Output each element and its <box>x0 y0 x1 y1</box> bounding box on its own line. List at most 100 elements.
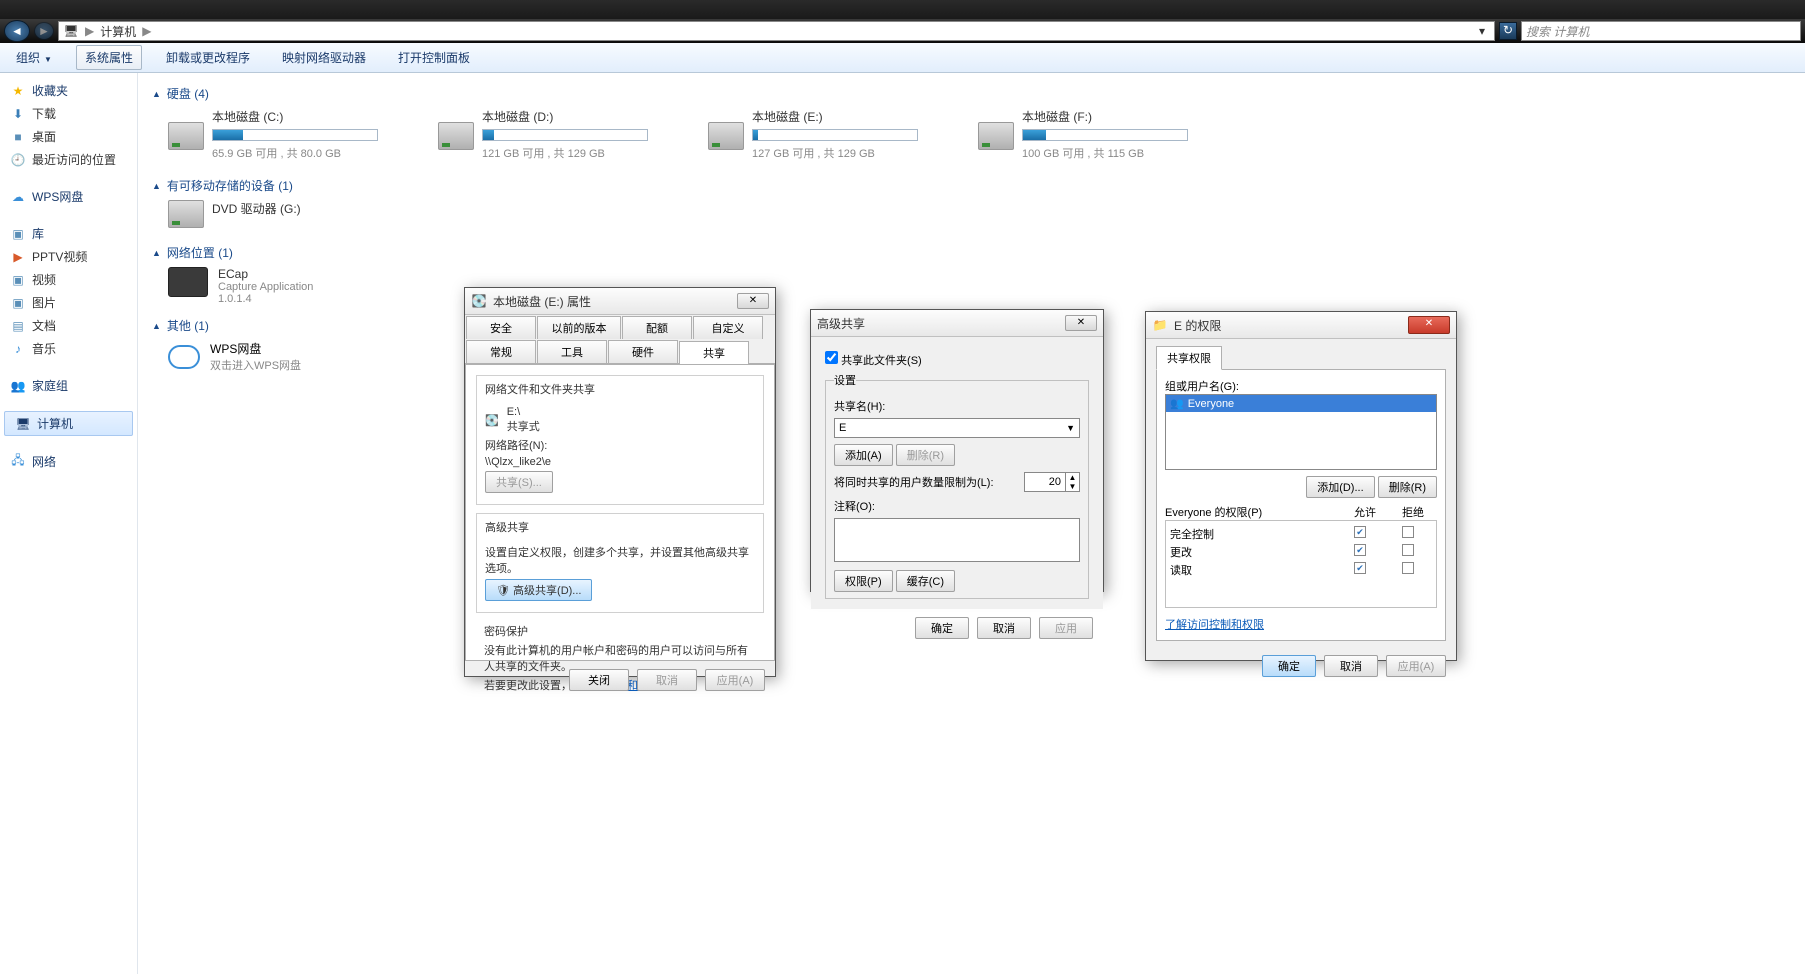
perm-cancel-btn[interactable]: 取消 <box>1324 655 1378 677</box>
drive-3[interactable]: 本地磁盘 (F:) 100 GB 可用 , 共 115 GB <box>978 108 1188 161</box>
perm-tab-share[interactable]: 共享权限 <box>1156 346 1222 370</box>
sidebar-favorites[interactable]: ★收藏夹 <box>0 79 137 102</box>
share-folder-checkbox[interactable]: 共享此文件夹(S) <box>825 351 1089 368</box>
properties-dialog: 💽 本地磁盘 (E:) 属性 ✕ 安全 以前的版本 配额 自定义 常规 工具 硬… <box>464 287 776 677</box>
user-listbox[interactable]: 👥Everyone <box>1165 394 1437 470</box>
perm-ok-btn[interactable]: 确定 <box>1262 655 1316 677</box>
sidebar-music[interactable]: ♪音乐 <box>0 337 137 360</box>
adv-ok-btn[interactable]: 确定 <box>915 617 969 639</box>
tab-quota[interactable]: 配额 <box>622 316 692 339</box>
category-removable[interactable]: ▲有可移动存储的设备 (1) <box>152 177 1791 194</box>
network-icon: 🖧 <box>10 454 26 470</box>
dvd-label: DVD 驱动器 (G:) <box>212 200 378 217</box>
tab-general[interactable]: 常规 <box>466 340 536 363</box>
document-icon: ▤ <box>10 318 26 334</box>
drive-bar <box>752 129 918 141</box>
sidebar-wps[interactable]: ☁WPS网盘 <box>0 185 137 208</box>
tab-custom[interactable]: 自定义 <box>693 316 763 339</box>
mapnet-button[interactable]: 映射网络驱动器 <box>274 46 374 69</box>
adv-cancel-btn[interactable]: 取消 <box>977 617 1031 639</box>
cache-button[interactable]: 缓存(C) <box>896 570 955 592</box>
drive-sub: 127 GB 可用 , 共 129 GB <box>752 145 918 161</box>
nav-forward-button[interactable]: ► <box>34 22 54 40</box>
perm-add-button[interactable]: 添加(D)... <box>1306 476 1374 498</box>
ecap-item[interactable]: ECap Capture Application 1.0.1.4 <box>168 267 1791 305</box>
organize-button[interactable]: 组织▼ <box>8 46 60 69</box>
refresh-button[interactable]: ↻ <box>1499 22 1517 40</box>
explorer-navbar: ◄ ► 🖥 ▶ 计算机 ▶ ▾ ↻ 搜索 计算机 <box>0 19 1805 43</box>
props-title: 本地磁盘 (E:) 属性 <box>493 293 591 310</box>
sidebar-recent[interactable]: 🕘最近访问的位置 <box>0 148 137 171</box>
drive-icon <box>168 122 204 150</box>
adv-share-button[interactable]: 🛡 高级共享(D)... <box>485 579 592 601</box>
tab-hardware[interactable]: 硬件 <box>608 340 678 363</box>
tab-tools[interactable]: 工具 <box>537 340 607 363</box>
comment-textarea[interactable] <box>834 518 1080 562</box>
perm-del-button[interactable]: 删除(R) <box>1378 476 1437 498</box>
uninstall-button[interactable]: 卸载或更改程序 <box>158 46 258 69</box>
everyone-row[interactable]: 👥Everyone <box>1166 395 1436 412</box>
pptv-icon: ▶ <box>10 249 26 265</box>
chevron-down-icon: ▼ <box>1066 423 1075 433</box>
allow-checkbox[interactable]: ✔ <box>1354 526 1366 538</box>
shield-icon: 🛡 <box>496 585 510 597</box>
drive-name: 本地磁盘 (E:) <box>752 108 918 125</box>
drive-0[interactable]: 本地磁盘 (C:) 65.9 GB 可用 , 共 80.0 GB <box>168 108 378 161</box>
adv-del-button: 删除(R) <box>896 444 955 466</box>
props-close-button[interactable]: ✕ <box>737 293 769 309</box>
sidebar-computer[interactable]: 🖥计算机 <box>4 411 133 436</box>
allow-checkbox[interactable]: ✔ <box>1354 544 1366 556</box>
drive-name: 本地磁盘 (D:) <box>482 108 648 125</box>
perm-close-button[interactable]: ✕ <box>1408 316 1450 334</box>
sysprops-button[interactable]: 系统属性 <box>76 45 142 70</box>
allow-checkbox[interactable]: ✔ <box>1354 562 1366 574</box>
tab-sharing[interactable]: 共享 <box>679 341 749 364</box>
camera-icon <box>168 267 208 297</box>
props-titlebar[interactable]: 💽 本地磁盘 (E:) 属性 ✕ <box>465 288 775 315</box>
sidebar-video[interactable]: ▣视频 <box>0 268 137 291</box>
drive-1[interactable]: 本地磁盘 (D:) 121 GB 可用 , 共 129 GB <box>438 108 648 161</box>
breadcrumb-computer[interactable]: 计算机 <box>100 23 136 40</box>
perm-button[interactable]: 权限(P) <box>834 570 893 592</box>
dvd-drive[interactable]: DVD 驱动器 (G:) <box>168 200 378 228</box>
sidebar-homegroup[interactable]: 👥家庭组 <box>0 374 137 397</box>
sidebar-documents[interactable]: ▤文档 <box>0 314 137 337</box>
props-close-btn[interactable]: 关闭 <box>569 669 629 691</box>
perm-titlebar[interactable]: 📁 E 的权限 ✕ <box>1146 312 1456 339</box>
deny-checkbox[interactable] <box>1402 562 1414 574</box>
deny-checkbox[interactable] <box>1402 526 1414 538</box>
tab-previous[interactable]: 以前的版本 <box>537 316 621 339</box>
limit-spinner[interactable]: ▲▼ <box>1024 472 1080 492</box>
adv-title: 高级共享 <box>817 315 865 332</box>
share-button[interactable]: 共享(S)... <box>485 471 553 493</box>
drive-bar <box>1022 129 1188 141</box>
collapse-icon: ▲ <box>152 321 161 331</box>
sidebar-downloads[interactable]: ⬇下载 <box>0 102 137 125</box>
perm-name: 读取 <box>1170 562 1336 578</box>
category-netloc[interactable]: ▲网络位置 (1) <box>152 244 1791 261</box>
nav-back-button[interactable]: ◄ <box>4 20 30 42</box>
adv-add-button[interactable]: 添加(A) <box>834 444 893 466</box>
sidebar-desktop[interactable]: ■桌面 <box>0 125 137 148</box>
drive-icon: 💽 <box>471 293 487 309</box>
tab-security[interactable]: 安全 <box>466 316 536 339</box>
adv-titlebar[interactable]: 高级共享 ✕ <box>811 310 1103 337</box>
adv-close-button[interactable]: ✕ <box>1065 315 1097 331</box>
sidebar-pictures[interactable]: ▣图片 <box>0 291 137 314</box>
netpath-label: 网络路径(N): <box>485 437 755 453</box>
address-bar[interactable]: 🖥 ▶ 计算机 ▶ ▾ <box>58 21 1495 41</box>
drive-2[interactable]: 本地磁盘 (E:) 127 GB 可用 , 共 129 GB <box>708 108 918 161</box>
sharename-combo[interactable]: E▼ <box>834 418 1080 438</box>
sidebar-libraries[interactable]: ▣库 <box>0 222 137 245</box>
category-disks[interactable]: ▲硬盘 (4) <box>152 85 1791 102</box>
deny-checkbox[interactable] <box>1402 544 1414 556</box>
learn-acl-link[interactable]: 了解访问控制和权限 <box>1165 619 1264 631</box>
cpanel-button[interactable]: 打开控制面板 <box>390 46 478 69</box>
sidebar-network[interactable]: 🖧网络 <box>0 450 137 473</box>
props-cancel-btn: 取消 <box>637 669 697 691</box>
search-input[interactable]: 搜索 计算机 <box>1521 21 1801 41</box>
sidebar-pptv[interactable]: ▶PPTV视频 <box>0 245 137 268</box>
search-placeholder: 搜索 计算机 <box>1526 23 1589 40</box>
address-dropdown-icon[interactable]: ▾ <box>1474 24 1490 38</box>
music-icon: ♪ <box>10 341 26 357</box>
